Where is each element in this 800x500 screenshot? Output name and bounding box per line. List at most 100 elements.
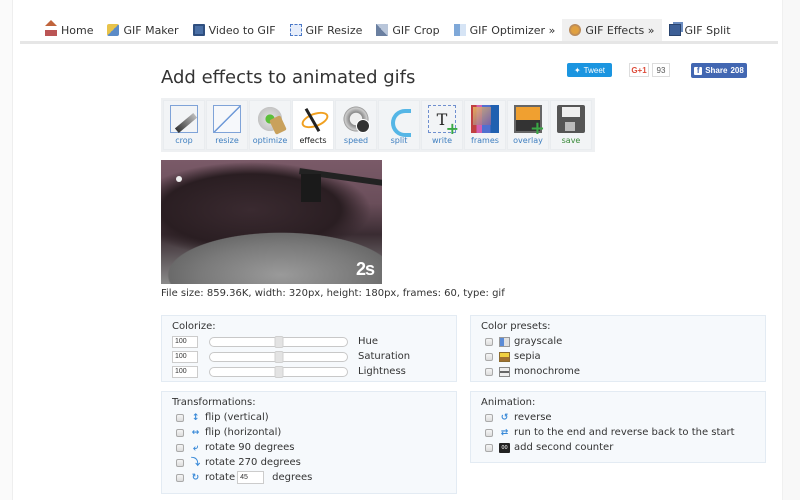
flip-horizontal-label: flip (horizontal) xyxy=(205,427,282,438)
fb-share-label: Share xyxy=(705,66,728,75)
transformations-title: Transformations: xyxy=(172,397,256,408)
google-plus-button[interactable]: G+1 xyxy=(629,63,649,77)
tool-toolbar: crop resize optimize effects speed split… xyxy=(161,98,595,152)
saturation-slider[interactable] xyxy=(209,350,348,363)
resize-icon xyxy=(289,24,302,36)
tool-overlay[interactable]: overlay xyxy=(507,100,549,150)
rotate-degrees-input[interactable]: 45 xyxy=(237,471,265,484)
saturation-row: 100 Saturation xyxy=(172,349,446,364)
split-icon xyxy=(668,24,681,36)
nav-item-gif-resize[interactable]: GIF Resize xyxy=(283,19,370,41)
page-title: Add effects to animated gifs xyxy=(161,67,416,88)
saturation-slider-thumb[interactable] xyxy=(274,350,283,363)
nav-item-gif-crop[interactable]: GIF Crop xyxy=(369,19,446,41)
gif-preview-image: 2s xyxy=(161,160,382,284)
nav-item-video-to-gif[interactable]: Video to GIF xyxy=(186,19,283,41)
preset-grayscale: grayscale xyxy=(481,334,755,349)
hue-slider[interactable] xyxy=(209,335,348,348)
sepia-label: sepia xyxy=(514,351,541,362)
film-icon xyxy=(192,24,205,36)
grayscale-checkbox[interactable] xyxy=(485,337,493,346)
nav-item-gif-optimizer[interactable]: GIF Optimizer » xyxy=(447,19,563,41)
sepia-checkbox[interactable] xyxy=(485,352,493,361)
flip-vertical-label: flip (vertical) xyxy=(205,412,269,423)
hue-input[interactable]: 100 xyxy=(172,335,198,348)
lightness-slider[interactable] xyxy=(209,365,348,378)
split-tool-icon xyxy=(385,105,413,137)
rotate-270-checkbox[interactable] xyxy=(176,458,184,467)
tool-crop[interactable]: crop xyxy=(163,100,205,150)
nav-label: GIF Crop xyxy=(392,23,440,37)
ping-pong-label: run to the end and reverse back to the s… xyxy=(514,427,735,438)
twitter-bird-icon: ✦ xyxy=(573,65,581,75)
tool-split[interactable]: split xyxy=(378,100,420,150)
hue-slider-thumb[interactable] xyxy=(274,335,283,348)
nav-item-gif-maker[interactable]: GIF Maker xyxy=(100,19,185,41)
tweet-button[interactable]: ✦ Tweet xyxy=(567,63,612,77)
resize-tool-icon xyxy=(213,105,241,133)
lightness-row: 100 Lightness xyxy=(172,364,446,379)
monochrome-label: monochrome xyxy=(514,366,581,377)
nav-item-home[interactable]: Home xyxy=(38,19,100,41)
crop-icon xyxy=(376,24,389,36)
tool-label: frames xyxy=(471,136,499,145)
crop-tool-icon xyxy=(170,105,198,133)
saturation-label: Saturation xyxy=(358,351,411,362)
frames-icon xyxy=(471,105,499,133)
tool-label: resize xyxy=(215,136,239,145)
nav-label: GIF Maker xyxy=(123,23,179,37)
lightness-input[interactable]: 100 xyxy=(172,365,198,378)
hue-label: Hue xyxy=(358,336,379,347)
tool-save[interactable]: save xyxy=(550,100,592,150)
reverse-label: reverse xyxy=(514,412,552,423)
second-counter-checkbox[interactable] xyxy=(485,443,493,452)
file-info: File size: 859.36K, width: 320px, height… xyxy=(161,288,505,299)
home-icon xyxy=(45,20,57,36)
rotate-custom-checkbox[interactable] xyxy=(176,473,184,482)
monochrome-icon xyxy=(499,366,510,377)
second-counter-option: 00 add second counter xyxy=(481,440,755,455)
nav-item-gif-split[interactable]: GIF Split xyxy=(662,19,738,41)
tool-label: optimize xyxy=(252,136,288,145)
stopwatch-icon xyxy=(342,105,370,133)
nav-item-gif-effects[interactable]: GIF Effects » xyxy=(562,19,662,41)
nav-label: GIF Effects » xyxy=(585,23,655,37)
flip-vertical-icon: ↕ xyxy=(191,412,200,423)
tool-effects[interactable]: effects xyxy=(292,100,334,150)
scrollbar[interactable] xyxy=(782,0,800,500)
animation-title: Animation: xyxy=(481,397,536,408)
nav-label: Home xyxy=(61,23,94,37)
flip-vertical-checkbox[interactable] xyxy=(176,413,184,422)
tool-resize[interactable]: resize xyxy=(206,100,248,150)
tool-optimize[interactable]: optimize xyxy=(249,100,291,150)
color-presets-panel: Color presets: grayscale sepia monochrom… xyxy=(470,315,766,382)
nav-label: Video to GIF xyxy=(208,23,276,37)
rotate-90-checkbox[interactable] xyxy=(176,443,184,452)
saturation-input[interactable]: 100 xyxy=(172,350,198,363)
tool-speed[interactable]: speed xyxy=(335,100,377,150)
tool-frames[interactable]: frames xyxy=(464,100,506,150)
fb-share-count: 208 xyxy=(730,66,744,75)
tool-write[interactable]: Twrite xyxy=(421,100,463,150)
tool-label: crop xyxy=(175,136,193,145)
ping-pong-checkbox[interactable] xyxy=(485,428,493,437)
animation-panel: Animation: ↺ reverse ⇄ run to the end and … xyxy=(470,391,766,463)
rotate-270-label: rotate 270 degrees xyxy=(205,457,301,468)
facebook-icon: f xyxy=(694,66,703,75)
top-navigation: Home GIF Maker Video to GIF GIF Resize G… xyxy=(20,19,778,44)
preview-highlight xyxy=(176,176,182,182)
google-plus-widget: G+1 93 xyxy=(629,63,670,77)
tweet-label: Tweet xyxy=(583,65,606,75)
flip-horizontal-checkbox[interactable] xyxy=(176,428,184,437)
facebook-share-button[interactable]: f Share 208 xyxy=(691,63,747,78)
tool-label: split xyxy=(390,136,408,145)
tool-label: speed xyxy=(343,136,369,145)
colorize-title: Colorize: xyxy=(172,321,216,332)
monochrome-checkbox[interactable] xyxy=(485,367,493,376)
text-add-icon: T xyxy=(428,105,459,138)
overlay-add-icon xyxy=(514,105,545,139)
reverse-checkbox[interactable] xyxy=(485,413,493,422)
duration-badge: 2s xyxy=(355,259,375,279)
lightness-slider-thumb[interactable] xyxy=(274,365,283,378)
lightness-label: Lightness xyxy=(358,366,406,377)
